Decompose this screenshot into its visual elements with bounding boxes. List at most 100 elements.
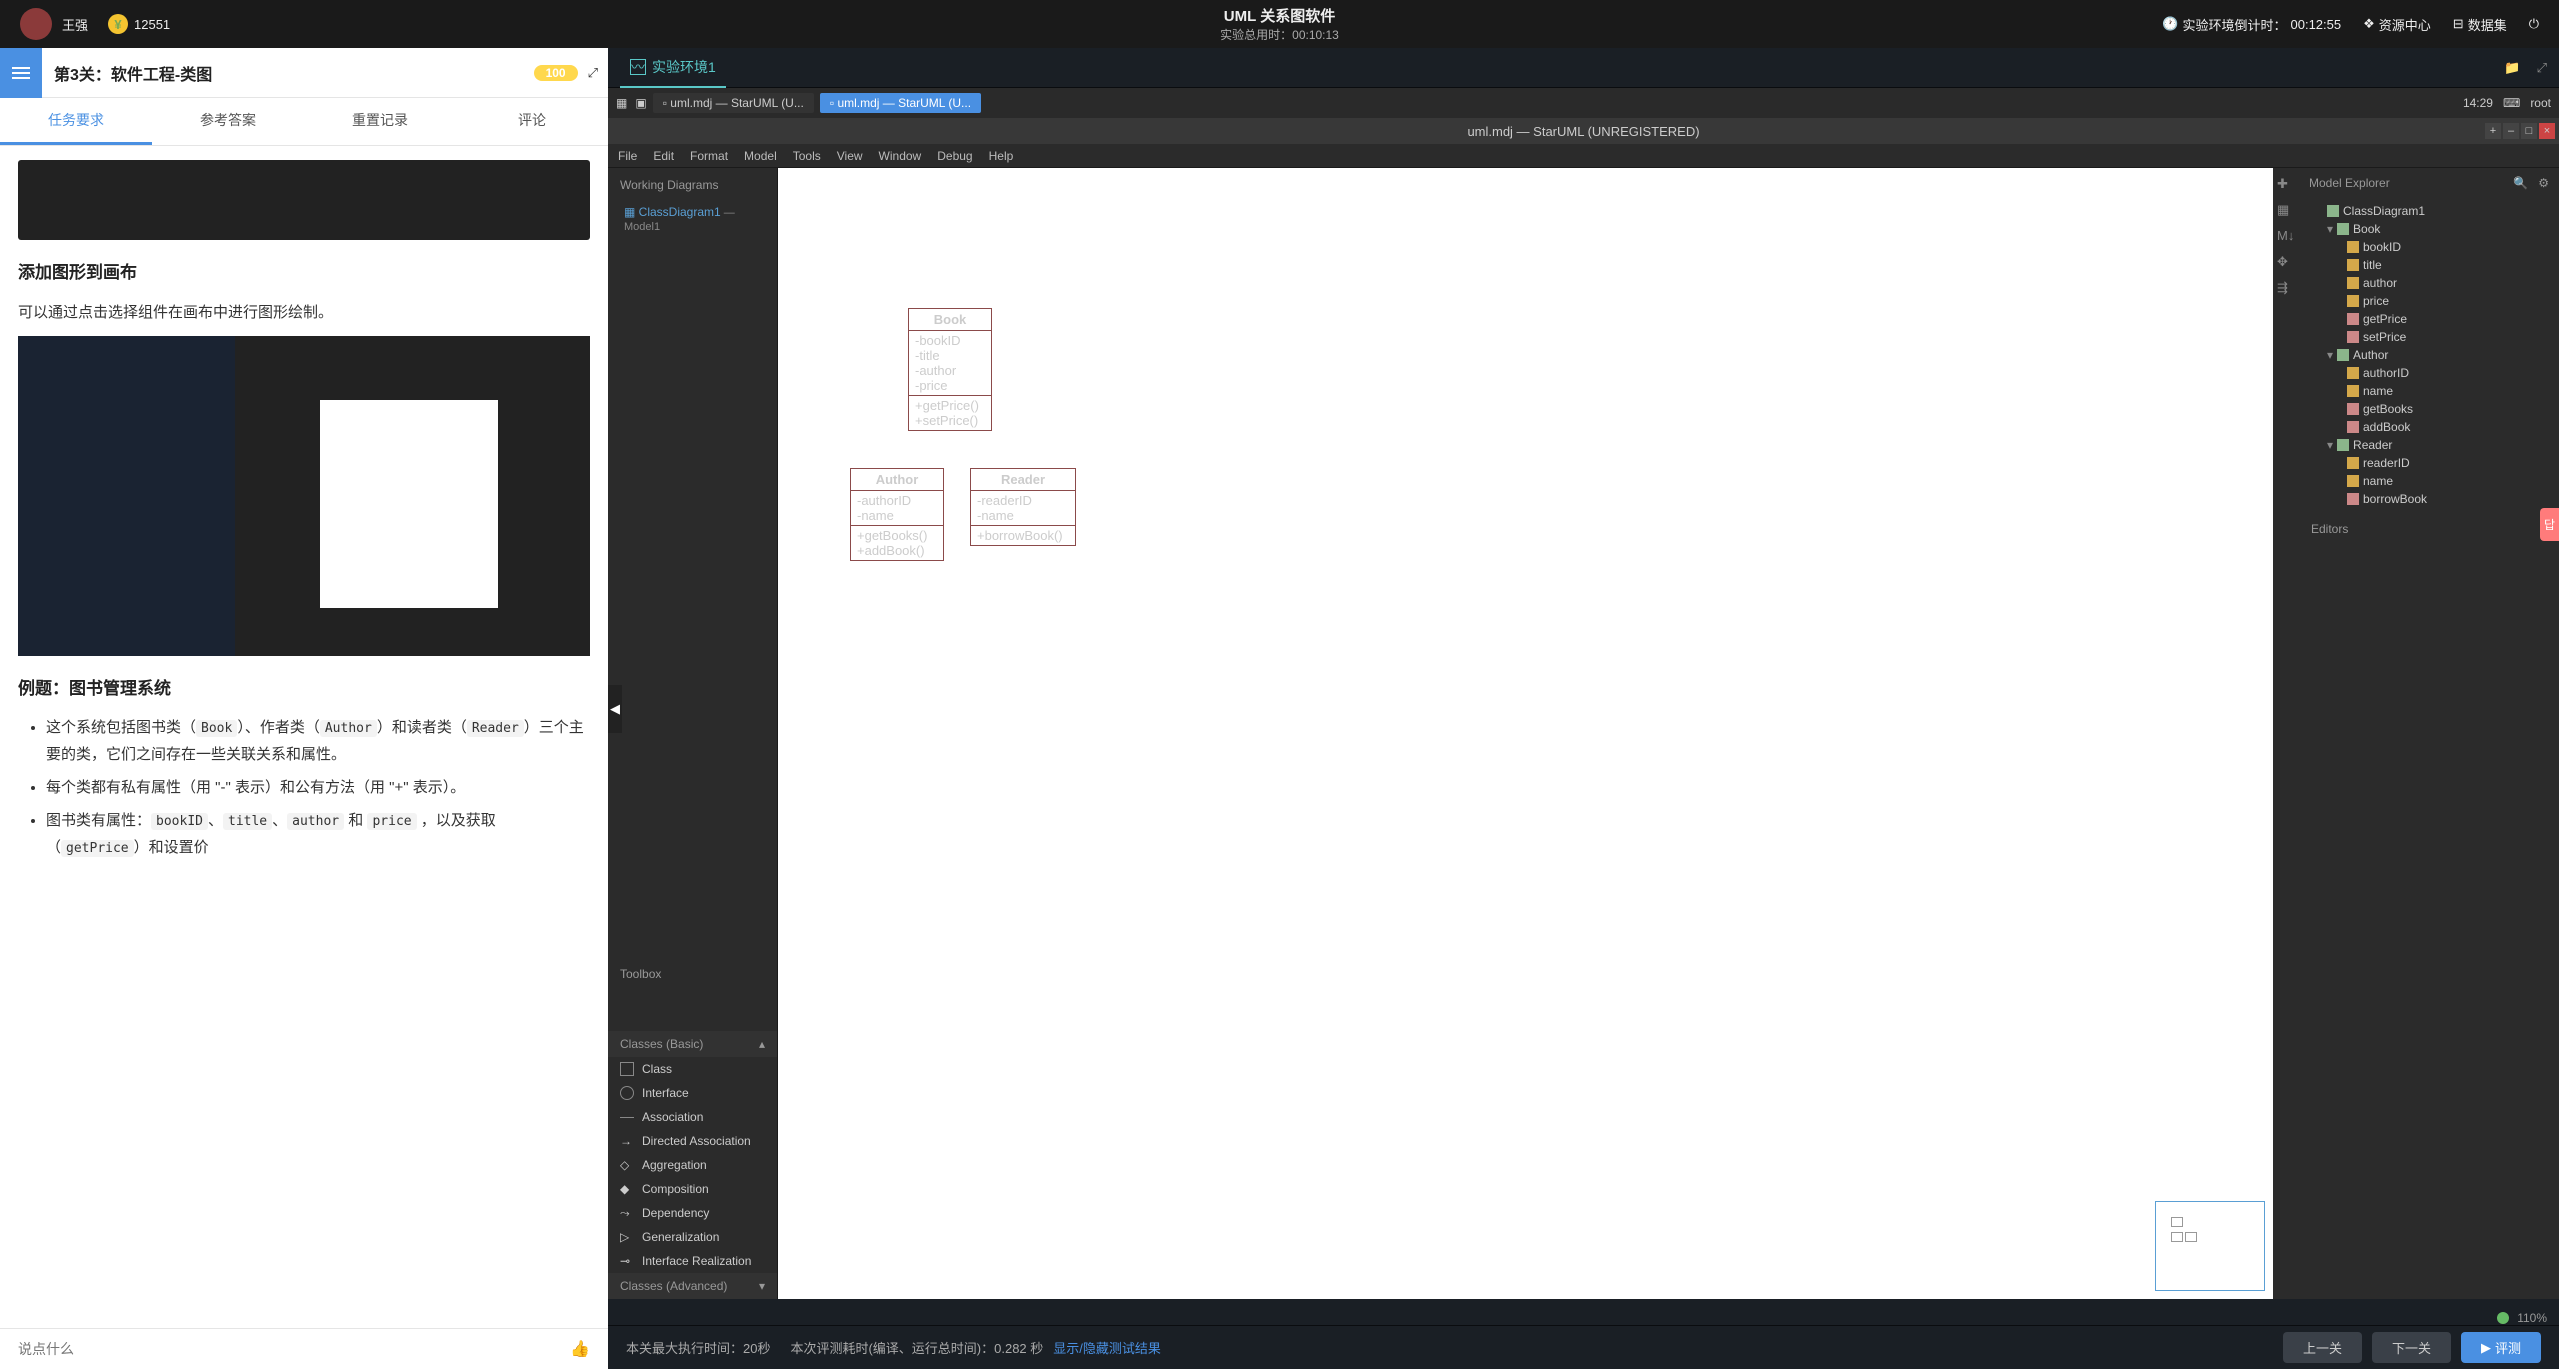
tool-aggregation[interactable]: ◇Aggregation — [608, 1153, 777, 1177]
prev-button[interactable]: 上一关 — [2283, 1332, 2362, 1363]
tab-requirements[interactable]: 任务要求 — [0, 98, 152, 145]
minimap[interactable] — [2155, 1201, 2265, 1291]
top-right: 🕐 实验环境倒计时：00:12:55 ❖ 资源中心 ⊟ 数据集 ⏻ — [2162, 15, 2539, 34]
toolbox-header: Toolbox — [608, 957, 777, 991]
zoom-status: 110% — [2497, 1311, 2547, 1325]
countdown: 🕐 实验环境倒计时：00:12:55 — [2162, 15, 2341, 34]
bottom-bar: 本关最大执行时间：20秒 本次评测耗时(编译、运行总时间)：0.282 秒 显示… — [608, 1325, 2559, 1369]
plus-icon[interactable]: + — [2485, 123, 2501, 139]
uml-class-book[interactable]: Book -bookID-title-author-price +getPric… — [908, 308, 992, 431]
menu-model[interactable]: Model — [744, 149, 777, 163]
list-item: 每个类都有私有属性（用 "-" 表示）和公有方法（用 "+" 表示）。 — [46, 774, 590, 801]
menu-debug[interactable]: Debug — [937, 149, 972, 163]
tool-generalization[interactable]: ▷Generalization — [608, 1225, 777, 1249]
evaluate-button[interactable]: ▶ 评测 — [2461, 1332, 2541, 1363]
close-icon[interactable]: × — [2539, 123, 2555, 139]
list-item: 这个系统包括图书类（Book）、作者类（Author）和读者类（Reader）三… — [46, 714, 590, 768]
model-tree[interactable]: ClassDiagram1 ▾Book bookID title author … — [2299, 198, 2559, 512]
menu-format[interactable]: Format — [690, 149, 728, 163]
gear-icon[interactable]: ⚙ — [2538, 176, 2549, 190]
avatar[interactable] — [20, 8, 52, 40]
menu-help[interactable]: Help — [989, 149, 1014, 163]
menu-file[interactable]: File — [618, 149, 637, 163]
tool-association[interactable]: Association — [608, 1105, 777, 1129]
model-explorer: Model Explorer 🔍 ⚙ ClassDiagram1 ▾Book b… — [2299, 168, 2559, 1299]
markdown-icon[interactable]: M↓ — [2277, 228, 2295, 246]
desktop-taskbar: ▦ ▣ ▫ uml.mdj — StarUML (U... ▫ uml.mdj … — [608, 88, 2559, 118]
maximize-icon[interactable]: □ — [2521, 123, 2537, 139]
tab-reset[interactable]: 重置记录 — [304, 98, 456, 145]
ok-icon — [2497, 1312, 2509, 1324]
side-feedback-tab[interactable]: 답 — [2540, 508, 2559, 541]
canvas-area[interactable]: Book -bookID-title-author-price +getPric… — [778, 168, 2273, 1299]
taskbar-app-1[interactable]: ▫ uml.mdj — StarUML (U... — [653, 93, 814, 113]
share-icon[interactable]: ⇶ — [2277, 280, 2295, 298]
menubar: File Edit Format Model Tools View Window… — [608, 144, 2559, 168]
keyboard-icon[interactable]: ⌨ — [2503, 96, 2520, 110]
eval-time: 本次评测耗时(编译、运行总时间)：0.282 秒 — [790, 1338, 1043, 1357]
collapse-handle[interactable]: ◀ — [608, 685, 622, 733]
env-tab-1[interactable]: 〰 实验环境1 — [620, 48, 726, 88]
hamburger-button[interactable] — [0, 48, 42, 98]
staruml-window: uml.mdj — StarUML (UNREGISTERED) + – □ ×… — [608, 118, 2559, 1299]
tabs: 任务要求 参考答案 重置记录 评论 — [0, 98, 608, 146]
next-button[interactable]: 下一关 — [2372, 1332, 2451, 1363]
tool-composition[interactable]: ◆Composition — [608, 1177, 777, 1201]
exec-time: 本关最大执行时间：20秒 — [626, 1338, 770, 1357]
tool-dependency[interactable]: ⤳Dependency — [608, 1201, 777, 1225]
uml-class-author[interactable]: Author -authorID-name +getBooks()+addBoo… — [850, 468, 944, 561]
right-panel: 〰 实验环境1 📁 ⤢ ▦ ▣ ▫ uml.mdj — StarUML (U..… — [608, 48, 2559, 1369]
editors-header: Editors — [2299, 512, 2559, 546]
power-icon[interactable]: ⏻ — [2529, 16, 2539, 32]
tool-realization[interactable]: ⊸Interface Realization — [608, 1249, 777, 1273]
uml-class-reader[interactable]: Reader -readerID-name +borrowBook() — [970, 468, 1076, 546]
minimize-icon[interactable]: – — [2503, 123, 2519, 139]
clock: 14:29 — [2463, 96, 2493, 110]
tool-directed[interactable]: →Directed Association — [608, 1129, 777, 1153]
thumb-icon[interactable]: 👍 — [570, 1339, 590, 1359]
tool-interface[interactable]: Interface — [608, 1081, 777, 1105]
screenshot-thumb-1 — [18, 160, 590, 240]
window-titlebar[interactable]: uml.mdj — StarUML (UNREGISTERED) + – □ × — [608, 118, 2559, 144]
menu-edit[interactable]: Edit — [653, 149, 674, 163]
score-badge: 100 — [534, 65, 578, 81]
list-item: 图书类有属性：bookID、title、author 和 price ，以及获取… — [46, 807, 590, 861]
menu-view[interactable]: View — [837, 149, 863, 163]
tab-answer[interactable]: 参考答案 — [152, 98, 304, 145]
puzzle-icon[interactable]: ✚ — [2277, 176, 2295, 194]
move-icon[interactable]: ✥ — [2277, 254, 2295, 272]
top-bar: 王强 ¥ 12551 UML 关系图软件 实验总用时：00:10:13 🕐 实验… — [0, 0, 2559, 48]
app-title: UML 关系图软件 — [1220, 5, 1339, 26]
folder-icon[interactable]: 📁 — [2504, 60, 2520, 76]
grid-icon[interactable]: ▦ — [2277, 202, 2295, 220]
comment-bar: 👍 — [0, 1328, 608, 1369]
resource-link[interactable]: ❖ 资源中心 — [2363, 15, 2431, 34]
working-diagrams-header: Working Diagrams — [608, 168, 777, 202]
stage-title: 第3关：软件工程-类图 — [42, 61, 534, 85]
menu-icon[interactable]: ▦ — [616, 96, 627, 110]
toggle-results-link[interactable]: 显示/隐藏测试结果 — [1053, 1338, 1161, 1357]
coin-icon: ¥ — [108, 14, 128, 34]
tool-class[interactable]: Class — [608, 1057, 777, 1081]
example-heading: 例题：图书管理系统 — [18, 674, 590, 705]
chart-icon: 〰 — [630, 59, 646, 75]
menu-tools[interactable]: Tools — [793, 149, 821, 163]
section-heading: 添加图形到画布 — [18, 258, 590, 289]
env-tabs: 〰 实验环境1 📁 ⤢ — [608, 48, 2559, 88]
tab-comments[interactable]: 评论 — [456, 98, 608, 145]
username[interactable]: 王强 — [62, 15, 88, 34]
menu-window[interactable]: Window — [879, 149, 922, 163]
content-scroll[interactable]: 添加图形到画布 可以通过点击选择组件在画布中进行图形绘制。 例题：图书管理系统 … — [0, 146, 608, 1328]
coin-count: 12551 — [134, 17, 170, 32]
dataset-link[interactable]: ⊟ 数据集 — [2453, 15, 2507, 34]
fullscreen-icon[interactable]: ⤢ — [2537, 60, 2547, 76]
search-icon[interactable]: 🔍 — [2513, 176, 2528, 190]
expand-icon[interactable]: ⤢ — [588, 65, 598, 81]
screenshot-thumb-2 — [18, 336, 590, 656]
taskbar-app-2[interactable]: ▫ uml.mdj — StarUML (U... — [820, 93, 981, 113]
user-label: root — [2530, 96, 2551, 110]
diagram-item[interactable]: ▦ ClassDiagram1 — Model1 — [608, 202, 777, 236]
comment-input[interactable] — [18, 1341, 570, 1357]
section-text: 可以通过点击选择组件在画布中进行图形绘制。 — [18, 299, 590, 326]
terminal-icon[interactable]: ▣ — [635, 96, 646, 110]
